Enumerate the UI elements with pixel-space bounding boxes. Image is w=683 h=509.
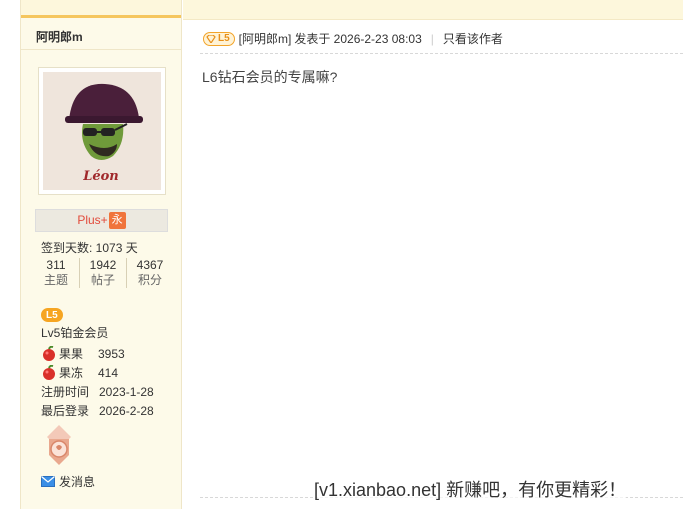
last-login-row: 最后登录 2026-2-28 [41,402,154,419]
avatar-image: Léon [43,72,161,190]
stat-value: 1942 [89,258,117,272]
avatar-caption: Léon [82,169,119,184]
last-login-value: 2026-2-28 [99,403,154,418]
watermark: [v1.xianbao.net] 新赚吧，有你更精彩！ [314,476,627,502]
apple-icon [43,345,55,361]
avatar[interactable]: Léon [38,67,166,195]
stat-label: 积分 [137,273,162,287]
reg-label: 注册时间 [41,385,90,399]
post-top-bar [183,0,683,20]
post-content: L6钻石会员的专属嘛? [202,69,338,85]
author-name[interactable]: 阿明郎m [21,18,181,50]
fruit-label: 果果 [59,347,84,361]
stat-value: 311 [46,258,66,272]
mail-icon [41,476,55,487]
level-name: Lv5铂金会员 [41,326,109,340]
stat-label: 主题 [43,273,68,287]
header-divider [200,53,683,54]
post-author[interactable]: [阿明郎m] [239,30,292,47]
stats: 311 主题 1942 帖子 4367 积分 [33,258,173,288]
jelly-row: 果冻 414 [41,364,118,381]
diamond-icon [206,34,216,43]
stat-points[interactable]: 4367 积分 [127,258,173,288]
stat-label: 帖子 [90,273,115,287]
author-sidebar: 阿明郎m Léon Plus+ 永 签到天数: 1073 天 311 主题 19… [20,0,182,509]
signin-days: 签到天数: 1073 天 [41,241,138,255]
post-time: 发表于 2026-2-23 08:03 [294,32,422,46]
post-header: L5 [阿明郎m] 发表于 2026-2-23 08:03 | 只看该作者 [203,30,503,47]
sidebar-top-bar [21,0,181,18]
user-group-bar[interactable]: Plus+ 永 [35,209,168,232]
jelly-label: 果冻 [59,366,84,380]
jelly-value: 414 [98,365,119,380]
send-message-label: 发消息 [59,475,96,489]
send-message-link[interactable]: 发消息 [41,473,95,490]
apple-icon [43,364,55,380]
author-level-text: L5 [218,33,230,44]
divider: | [430,31,434,46]
fruit-value: 3953 [98,346,125,361]
reg-value: 2023-1-28 [99,384,154,399]
only-author-link[interactable]: 只看该作者 [443,30,503,47]
level-badge: L5 [41,304,63,322]
reg-row: 注册时间 2023-1-28 [41,383,154,400]
last-login-label: 最后登录 [41,404,90,418]
stat-threads[interactable]: 311 主题 [33,258,80,288]
medal-icon[interactable] [41,425,77,467]
forever-tag: 永 [108,212,126,230]
author-level-badge: L5 [203,31,235,46]
fruit-row: 果果 3953 [41,345,125,362]
user-group: Plus+ [77,213,108,227]
stat-posts[interactable]: 1942 帖子 [80,258,127,288]
level-badge-text: L5 [46,309,58,321]
stat-value: 4367 [136,258,164,272]
